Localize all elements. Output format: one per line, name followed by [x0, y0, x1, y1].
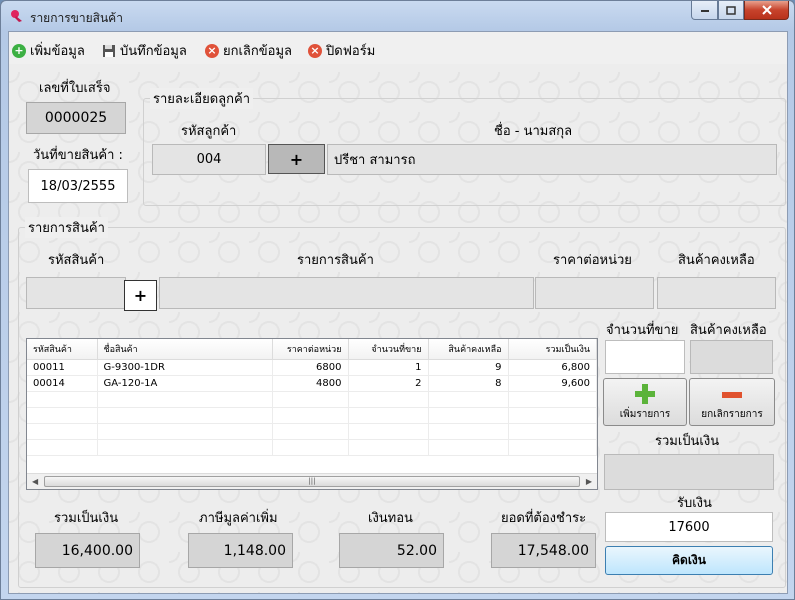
sum-label: รวมเป็นเงิน: [54, 511, 119, 526]
add-data-button[interactable]: + เพิ่มข้อมูล: [12, 40, 85, 61]
column-header-product-name[interactable]: ชื่อสินค้า: [97, 339, 273, 360]
maximize-icon: [726, 5, 736, 15]
app-icon: [11, 10, 22, 22]
cell-product-code: 00011: [27, 359, 98, 376]
line-total-field: [604, 454, 774, 490]
quantity-sold-field[interactable]: [605, 340, 685, 374]
stock-remaining-label: สินค้าคงเหลือ: [678, 253, 755, 268]
unit-price-label: ราคาต่อหน่วย: [553, 253, 632, 268]
cancel-data-button[interactable]: × ยกเลิกข้อมูล: [205, 40, 292, 61]
table-row[interactable]: 00011 G-9300-1DR 6800 1 9 6,800: [27, 359, 597, 376]
add-item-button[interactable]: เพิ่มรายการ: [603, 378, 687, 426]
sale-items-table: รหัสสินค้า ชื่อสินค้า ราคาต่อหน่วย จำนวน…: [27, 339, 597, 456]
add-icon: +: [12, 43, 26, 58]
cell-stock: 9: [428, 359, 509, 376]
line-total-label: รวมเป็นเงิน: [655, 434, 720, 449]
cell-quantity: 1: [348, 359, 429, 376]
amount-due-label: ยอดที่ต้องชำระ: [501, 511, 587, 526]
receipt-number-label: เลขที่ใบเสร็จ: [39, 81, 111, 96]
maximize-button[interactable]: [718, 1, 744, 20]
empty-row: [27, 407, 597, 424]
customer-name-field[interactable]: ปรีชา สามารถ: [327, 144, 777, 175]
column-header-unit-price[interactable]: ราคาต่อหน่วย: [272, 339, 349, 360]
cancel-icon: ×: [205, 43, 219, 58]
received-label: รับเงิน: [677, 496, 712, 511]
cancel-item-label: ยกเลิกรายการ: [701, 409, 763, 420]
customer-details-legend: รายละเอียดลูกค้า: [150, 88, 253, 109]
form-client-area: + เพิ่มข้อมูล บันทึกข้อมูล × ยกเลิกข้อมู…: [8, 31, 788, 594]
product-item-label: รายการสินค้า: [297, 253, 374, 268]
calculate-payment-button[interactable]: คิดเงิน: [605, 546, 773, 575]
title-bar[interactable]: รายการขายสินค้า: [1, 1, 794, 31]
close-button[interactable]: [744, 1, 789, 20]
add-data-label: เพิ่มข้อมูล: [30, 44, 85, 59]
cell-product-name: G-9300-1DR: [97, 359, 273, 376]
save-data-label: บันทึกข้อมูล: [120, 44, 187, 59]
toolbar: + เพิ่มข้อมูล บันทึกข้อมูล × ยกเลิกข้อมู…: [9, 32, 787, 64]
cell-line-total: 6,800: [508, 359, 597, 376]
main-window: รายการขายสินค้า + เพิ่มข้อมูล บันทึกข้อม…: [0, 0, 795, 600]
cancel-item-button[interactable]: ยกเลิกรายการ: [689, 378, 775, 426]
product-list-legend: รายการสินค้า: [25, 217, 108, 238]
grid-header-row: รหัสสินค้า ชื่อสินค้า ราคาต่อหน่วย จำนวน…: [27, 339, 597, 360]
product-item-field[interactable]: [159, 277, 534, 309]
cell-quantity: 2: [348, 375, 429, 392]
minimize-button[interactable]: [691, 1, 718, 20]
change-label: เงินทอน: [368, 511, 413, 526]
column-header-line-total[interactable]: รวมเป็นเงิน: [508, 339, 597, 360]
change-field: 52.00: [339, 533, 444, 568]
amount-due-field: 17,548.00: [491, 533, 596, 568]
product-code-label: รหัสสินค้า: [48, 253, 105, 268]
cancel-data-label: ยกเลิกข้อมูล: [223, 44, 292, 59]
cell-product-name: GA-120-1A: [97, 375, 273, 392]
product-lookup-button[interactable]: +: [124, 280, 157, 311]
stock-remaining-field: [657, 277, 776, 309]
cell-line-total: 9,600: [508, 375, 597, 392]
sum-field: 16,400.00: [35, 533, 140, 568]
close-form-label: ปิดฟอร์ม: [326, 44, 376, 59]
column-header-product-code[interactable]: รหัสสินค้า: [27, 339, 98, 360]
cell-unit-price: 4800: [272, 375, 349, 392]
customer-lookup-button[interactable]: +: [268, 144, 325, 174]
sale-items-grid[interactable]: รหัสสินค้า ชื่อสินค้า ราคาต่อหน่วย จำนวน…: [26, 338, 598, 490]
minimize-icon: [700, 10, 709, 12]
close-icon: [761, 5, 772, 15]
close-form-button[interactable]: × ปิดฟอร์ม: [308, 40, 375, 61]
receipt-number-field: 0000025: [26, 102, 126, 134]
cell-stock: 8: [428, 375, 509, 392]
stock-remaining-field-2: [690, 340, 773, 374]
floppy-disk-icon: [103, 44, 115, 57]
customer-code-label: รหัสลูกค้า: [181, 124, 237, 139]
column-header-stock[interactable]: สินค้าคงเหลือ: [428, 339, 509, 360]
unit-price-field[interactable]: [535, 277, 654, 309]
table-row[interactable]: 00014 GA-120-1A 4800 2 8 9,600: [27, 375, 597, 392]
column-header-quantity[interactable]: จำนวนที่ขาย: [348, 339, 429, 360]
green-plus-icon: [635, 384, 655, 404]
empty-row: [27, 439, 597, 456]
quantity-sold-label: จำนวนที่ขาย: [606, 323, 679, 338]
add-item-label: เพิ่มรายการ: [619, 409, 671, 420]
received-amount-input[interactable]: 17600: [605, 512, 773, 542]
sale-date-field[interactable]: 18/03/2555: [28, 169, 128, 203]
scroll-thumb[interactable]: |||: [44, 476, 580, 487]
close-form-icon: ×: [308, 43, 322, 58]
save-data-button[interactable]: บันทึกข้อมูล: [102, 40, 187, 61]
customer-code-field[interactable]: 004: [152, 144, 266, 175]
window-title: รายการขายสินค้า: [30, 11, 123, 25]
scroll-right-icon[interactable]: ▶: [586, 477, 592, 486]
product-code-field[interactable]: [26, 277, 126, 309]
empty-row: [27, 391, 597, 408]
scroll-left-icon[interactable]: ◀: [32, 477, 38, 486]
red-minus-icon: [722, 392, 742, 398]
cell-unit-price: 6800: [272, 359, 349, 376]
vat-field: 1,148.00: [188, 533, 293, 568]
vat-label: ภาษีมูลค่าเพิ่ม: [199, 511, 278, 526]
horizontal-scrollbar[interactable]: ◀ ||| ▶: [27, 473, 597, 489]
customer-name-label: ชื่อ - นามสกุล: [494, 124, 573, 139]
stock-remaining-label-2: สินค้าคงเหลือ: [690, 323, 767, 338]
empty-row: [27, 423, 597, 440]
sale-date-label: วันที่ขายสินค้า :: [33, 148, 123, 163]
cell-product-code: 00014: [27, 375, 98, 392]
